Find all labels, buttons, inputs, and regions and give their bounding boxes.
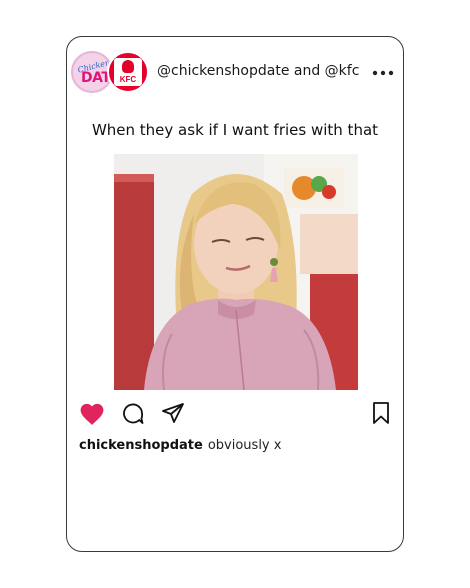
- post-photo[interactable]: [114, 154, 358, 390]
- caption-username[interactable]: chickenshopdate: [79, 438, 203, 453]
- heart-icon[interactable]: [79, 402, 105, 426]
- post-handle[interactable]: @chickenshopdate and @kfc: [157, 63, 359, 79]
- photo-illustration: [114, 154, 358, 390]
- bookmark-icon[interactable]: [371, 401, 391, 425]
- kfc-avatar[interactable]: KFC: [107, 51, 149, 93]
- meme-text: When they ask if I want fries with that: [91, 121, 379, 139]
- kfc-logo: KFC: [114, 58, 142, 86]
- kfc-colonel-mark: [122, 60, 134, 73]
- share-icon[interactable]: [161, 401, 185, 425]
- post-avatars[interactable]: Chicken Shop DATE KFC: [71, 51, 153, 95]
- caption-text: obviously x: [207, 438, 282, 453]
- kfc-logo-text: KFC: [119, 75, 137, 84]
- post-caption: chickenshopdate obviously x: [79, 438, 281, 453]
- comment-icon[interactable]: [121, 402, 145, 426]
- more-icon[interactable]: [371, 65, 395, 81]
- post-card: Chicken Shop DATE KFC @chickenshopdate a…: [66, 36, 404, 552]
